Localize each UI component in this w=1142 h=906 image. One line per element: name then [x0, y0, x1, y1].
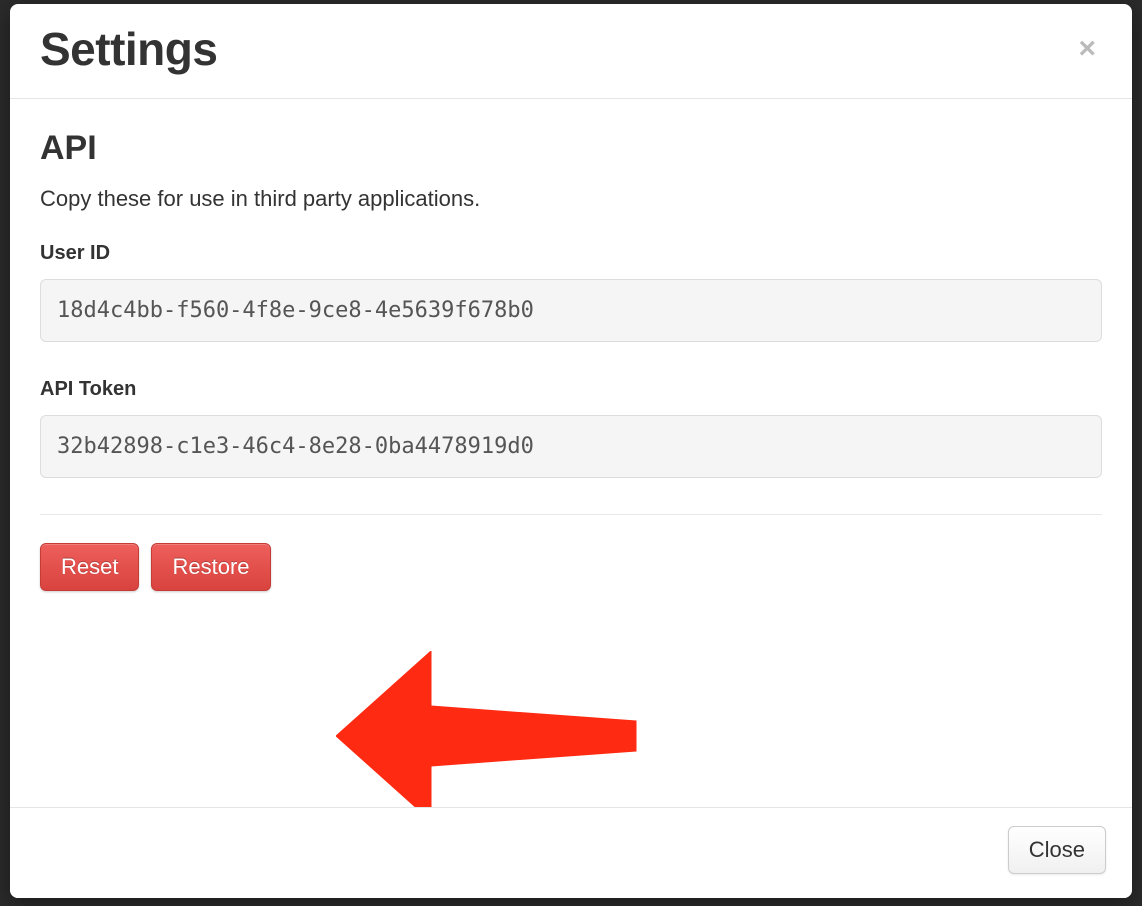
reset-button[interactable]: Reset [40, 543, 139, 591]
api-button-row: Reset Restore [40, 543, 1102, 591]
api-description: Copy these for use in third party applic… [40, 186, 1102, 212]
section-divider [40, 514, 1102, 515]
restore-button[interactable]: Restore [151, 543, 270, 591]
settings-modal: Settings × API Copy these for use in thi… [10, 4, 1132, 898]
api-token-label: API Token [40, 378, 1102, 401]
user-id-label: User ID [40, 242, 1102, 265]
modal-title: Settings [40, 22, 217, 76]
api-heading: API [40, 129, 1102, 168]
arrow-annotation-icon [336, 651, 646, 807]
close-button[interactable]: Close [1008, 826, 1106, 874]
modal-body: API Copy these for use in third party ap… [10, 99, 1132, 807]
user-id-field[interactable] [40, 279, 1102, 342]
close-icon[interactable]: × [1072, 30, 1102, 68]
api-token-field[interactable] [40, 415, 1102, 478]
modal-footer: Close [10, 807, 1132, 898]
modal-header: Settings × [10, 4, 1132, 99]
